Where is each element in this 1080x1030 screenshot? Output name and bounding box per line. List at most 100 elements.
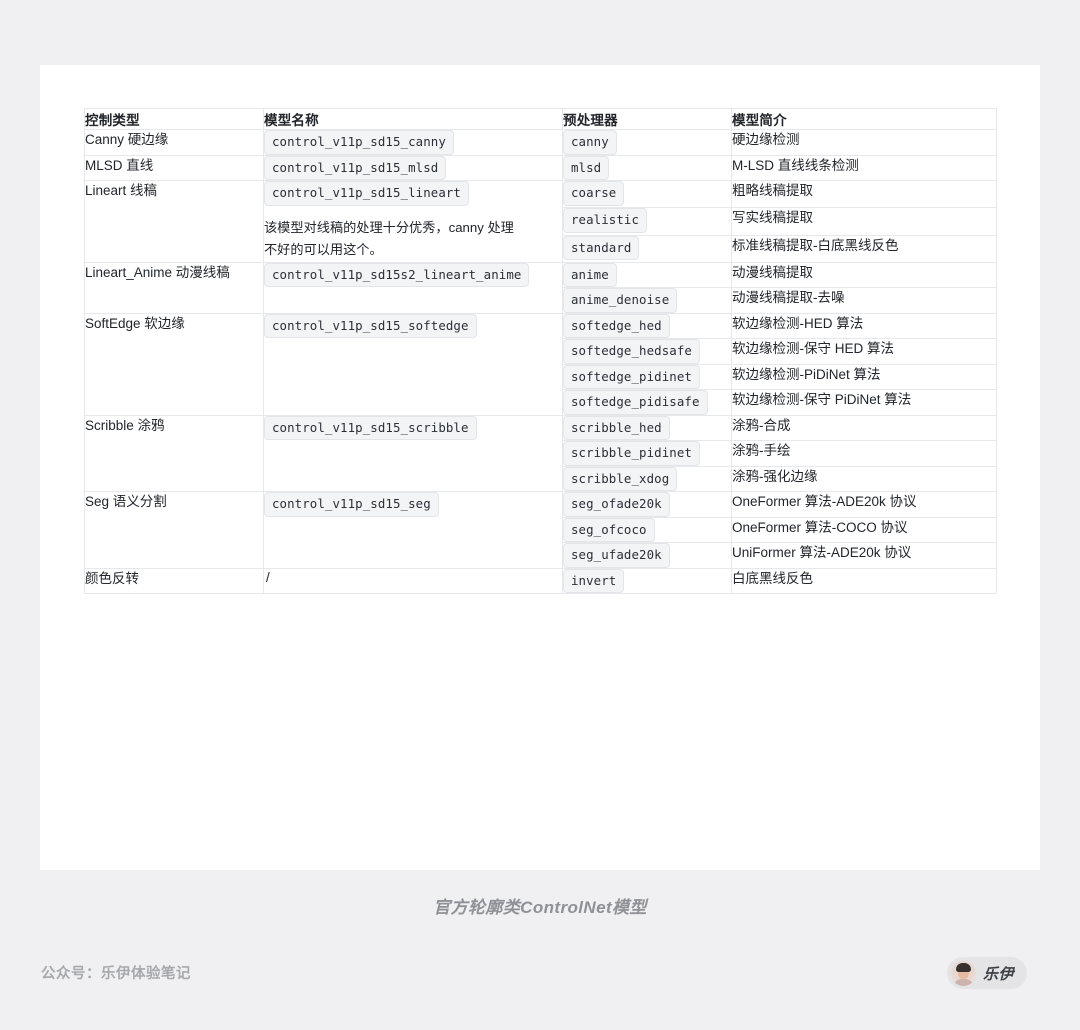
preprocessor-chip: seg_ufade20k — [563, 543, 670, 568]
preprocessor-chip: softedge_pidisafe — [563, 390, 708, 415]
table-header-cell: 控制类型 — [84, 108, 264, 130]
preprocessor-cell: scribble_hed — [562, 414, 732, 442]
preprocessor-chip: softedge_hedsafe — [563, 339, 700, 364]
model-description-cell: UniFormer 算法-ADE20k 协议 — [731, 542, 997, 569]
model-name-cell: control_v11p_sd15_scribble — [263, 414, 563, 493]
preprocessor-chip: scribble_xdog — [563, 466, 678, 492]
model-description-cell: 涂鸦-强化边缘 — [731, 465, 997, 493]
model-name-placeholder: / — [266, 569, 270, 585]
preprocessor-chip: seg_ofade20k — [563, 492, 670, 517]
model-name-cell: / — [263, 567, 563, 595]
footer-account-note: 公众号：乐伊体验笔记 — [41, 966, 191, 982]
control-type-cell: 颜色反转 — [84, 567, 264, 595]
preprocessor-cell: softedge_pidisafe — [562, 389, 732, 416]
preprocessor-cell: anime_denoise — [562, 287, 732, 314]
model-description-cell: 软边缘检测-保守 PiDiNet 算法 — [731, 389, 997, 416]
table-row: MLSD 直线 control_v11p_sd15_mlsd mlsd M-LSD 直… — [84, 154, 997, 181]
model-description-cell: 动漫线稿提取 — [731, 261, 997, 289]
model-description-cell: 涂鸦-合成 — [731, 414, 997, 442]
author-badge-label: 乐伊 — [983, 965, 1015, 983]
preprocessor-chip: coarse — [563, 181, 625, 206]
table-row: Scribble 涂鸦 control_v11p_sd15_scribblescr… — [84, 414, 997, 493]
table-head: 控制类型 模型名称 预处理器 模型简介 — [84, 108, 997, 130]
model-name-chip: control_v11p_sd15_canny — [264, 130, 454, 155]
model-name-chip: control_v11p_sd15_mlsd — [264, 155, 447, 180]
preprocessor-cell: seg_ufade20k — [562, 542, 732, 569]
preprocessor-cell: coarse — [562, 179, 732, 209]
table-header-cell: 模型简介 — [731, 108, 997, 130]
control-type-cell: Seg 语义分割 — [84, 491, 264, 569]
model-description-cell: OneFormer 算法-COCO 协议 — [731, 516, 997, 544]
model-description-cell: 硬边缘检测 — [731, 129, 997, 156]
preprocessor-chip: canny — [563, 130, 617, 155]
preprocessor-chip: mlsd — [563, 155, 610, 180]
model-note: 该模型对线稿的处理十分优秀，canny 处理不好的可以用这个。 — [264, 219, 514, 258]
model-name-cell: control_v11p_sd15s2_lineart_anime — [263, 261, 563, 314]
preprocessor-cell: mlsd — [562, 154, 732, 181]
model-name-chip: control_v11p_sd15_softedge — [264, 313, 477, 339]
preprocessor-chip: scribble_hed — [563, 415, 670, 441]
model-description-cell: 写实线稿提取 — [731, 207, 997, 236]
controlnet-model-table: 控制类型 模型名称 预处理器 模型简介 Canny 硬边缘 control_v11p_s… — [84, 108, 997, 595]
author-badge[interactable]: 乐伊 — [947, 957, 1028, 989]
table-row: 颜色反转 / invert 白底黑线反色 — [84, 567, 997, 595]
content-card: 控制类型 模型名称 预处理器 模型简介 Canny 硬边缘 control_v11p_s… — [40, 65, 1040, 870]
table-row: Seg 语义分割 control_v11p_sd15_seg seg_ofade20… — [84, 491, 997, 569]
model-name-chip: control_v11p_sd15_seg — [264, 492, 439, 517]
avatar — [951, 960, 976, 986]
model-description-cell: OneFormer 算法-ADE20k 协议 — [731, 491, 997, 518]
model-description-cell: M-LSD 直线线条检测 — [731, 154, 997, 181]
table-header-cell: 预处理器 — [562, 108, 732, 130]
figure-caption: 官方轮廓类ControlNet模型 — [433, 898, 647, 917]
control-type-cell: Scribble 涂鸦 — [84, 414, 264, 493]
preprocessor-cell: softedge_pidinet — [562, 363, 732, 391]
model-description-cell: 涂鸦-手绘 — [731, 440, 997, 467]
table-row: Lineart_Anime 动漫线稿 control_v11p_sd15s2_li… — [84, 261, 997, 314]
table-header-cell: 模型名称 — [263, 108, 563, 130]
model-name-cell: control_v11p_sd15_lineart 该模型对线稿的处理十分优秀，c… — [263, 180, 563, 263]
model-name-chip: control_v11p_sd15_scribble — [264, 415, 477, 441]
controlnet-table-container: 控制类型 模型名称 预处理器 模型简介 Canny 硬边缘 control_v11p_s… — [84, 108, 997, 595]
model-description-cell: 动漫线稿提取-去噪 — [731, 287, 997, 314]
model-description-cell: 软边缘检测-HED 算法 — [731, 312, 997, 340]
preprocessor-chip: realistic — [563, 208, 648, 233]
model-name-cell: control_v11p_sd15_canny — [263, 129, 563, 156]
preprocessor-chip: anime_denoise — [563, 288, 678, 313]
model-description-cell: 软边缘检测-保守 HED 算法 — [731, 338, 997, 365]
model-description-cell: 软边缘检测-PiDiNet 算法 — [731, 363, 997, 391]
table-row: Canny 硬边缘 control_v11p_sd15_canny canny 硬边缘… — [84, 129, 997, 156]
table-row: Lineart 线稿 control_v11p_sd15_lineart 该模型对线… — [84, 179, 997, 263]
preprocessor-chip: invert — [563, 568, 625, 594]
table-body: Canny 硬边缘 control_v11p_sd15_canny canny 硬边缘… — [84, 129, 997, 595]
model-description-cell: 白底黑线反色 — [731, 567, 997, 595]
control-type-cell: SoftEdge 软边缘 — [84, 312, 264, 416]
preprocessor-chip: anime — [563, 262, 617, 288]
preprocessor-cell: scribble_xdog — [562, 465, 732, 493]
preprocessor-cell: anime — [562, 261, 732, 289]
preprocessor-cell: canny — [562, 129, 732, 156]
model-name-chip: control_v11p_sd15s2_lineart_anime — [264, 262, 530, 288]
table-header-row: 控制类型 模型名称 预处理器 模型简介 — [84, 108, 997, 130]
preprocessor-cell: realistic — [562, 207, 732, 236]
control-type-cell: Lineart_Anime 动漫线稿 — [84, 261, 264, 314]
table-row: SoftEdge 软边缘 control_v11p_sd15_softedgeso… — [84, 312, 997, 416]
model-description-cell: 标准线稿提取-白底黑线反色 — [731, 234, 997, 263]
preprocessor-chip: standard — [563, 235, 640, 261]
control-type-cell: Lineart 线稿 — [84, 180, 264, 263]
model-name-cell: control_v11p_sd15_seg — [263, 491, 563, 569]
preprocessor-cell: scribble_pidinet — [562, 440, 732, 467]
model-name-cell: control_v11p_sd15_softedge — [263, 312, 563, 416]
preprocessor-chip: seg_ofcoco — [563, 517, 655, 543]
preprocessor-cell: seg_ofcoco — [562, 516, 732, 544]
model-description-cell: 粗略线稿提取 — [731, 179, 997, 209]
model-name-cell: control_v11p_sd15_mlsd — [263, 154, 563, 181]
page-root: 控制类型 模型名称 预处理器 模型简介 Canny 硬边缘 control_v11p_s… — [0, 0, 1080, 1030]
model-name-chip: control_v11p_sd15_lineart — [264, 181, 469, 206]
control-type-cell: Canny 硬边缘 — [84, 129, 264, 156]
preprocessor-chip: softedge_pidinet — [563, 364, 700, 390]
preprocessor-chip: softedge_hed — [563, 313, 670, 339]
preprocessor-chip: scribble_pidinet — [563, 441, 700, 466]
preprocessor-cell: standard — [562, 234, 732, 263]
preprocessor-cell: seg_ofade20k — [562, 491, 732, 518]
control-type-cell: MLSD 直线 — [84, 154, 264, 181]
